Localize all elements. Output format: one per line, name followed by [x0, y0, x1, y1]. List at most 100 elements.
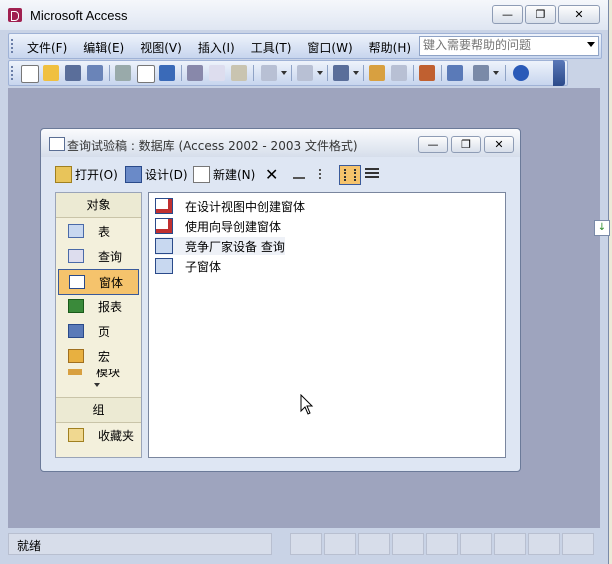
- minimize-button[interactable]: —: [492, 5, 523, 24]
- module-icon: [68, 369, 82, 375]
- office-links-dropdown-icon[interactable]: [317, 71, 323, 75]
- page-icon: [68, 324, 84, 338]
- mouse-cursor-icon: [300, 394, 314, 415]
- table-icon: [68, 224, 84, 238]
- scroll-down-arrow-icon[interactable]: [94, 383, 100, 387]
- list-item[interactable]: 竞争厂家设备 查询: [155, 237, 285, 255]
- help-question-input[interactable]: [420, 37, 577, 53]
- database-window-titlebar: 查询试验稿 : 数据库 (Access 2002 - 2003 文件格式) — …: [41, 129, 520, 157]
- query-icon: [68, 249, 84, 263]
- list-item[interactable]: 使用向导创建窗体: [155, 217, 281, 235]
- groups-header[interactable]: 组: [56, 397, 141, 423]
- paste-icon[interactable]: [231, 65, 247, 81]
- restore-button[interactable]: ❐: [525, 5, 556, 24]
- menu-tools[interactable]: 工具(T): [251, 39, 292, 56]
- object-reports[interactable]: 报表: [58, 294, 138, 318]
- menu-window[interactable]: 窗口(W): [307, 39, 352, 56]
- delete-icon[interactable]: ✕: [265, 165, 278, 184]
- help-dropdown-arrow-icon[interactable]: [587, 42, 595, 47]
- close-button[interactable]: ✕: [558, 5, 600, 24]
- open-folder-icon[interactable]: [43, 65, 59, 81]
- new-object-icon[interactable]: [473, 65, 489, 81]
- status-panel: [494, 533, 526, 555]
- analyze-dropdown-icon[interactable]: [353, 71, 359, 75]
- list-item[interactable]: 在设计视图中创建窗体: [155, 197, 305, 215]
- new-button[interactable]: 新建(N): [193, 165, 255, 183]
- new-icon: [193, 165, 210, 183]
- db-minimize-button[interactable]: —: [418, 136, 448, 153]
- object-pages[interactable]: 页: [58, 319, 138, 343]
- spelling-icon[interactable]: [159, 65, 175, 81]
- toolbar-grip-icon[interactable]: [11, 66, 16, 80]
- print-preview-icon[interactable]: [137, 65, 155, 83]
- object-list: 在设计视图中创建窗体 使用向导创建窗体 竞争厂家设备 查询 子窗体: [148, 192, 506, 458]
- menu-help[interactable]: 帮助(H): [369, 39, 411, 56]
- db-close-button[interactable]: ✕: [484, 136, 514, 153]
- undo-icon[interactable]: [261, 65, 277, 81]
- access-app-window: Microsoft Access — ❐ ✕ 文件(F) 编辑(E) 视图(V)…: [0, 0, 610, 564]
- print-icon[interactable]: [115, 65, 131, 81]
- design-icon: [125, 165, 142, 183]
- help-icon[interactable]: [513, 65, 529, 81]
- status-panel: [528, 533, 560, 555]
- new-document-icon[interactable]: [21, 65, 39, 83]
- object-tables[interactable]: 表: [58, 219, 138, 243]
- macro-icon: [68, 349, 84, 363]
- status-panel: [460, 533, 492, 555]
- properties-icon[interactable]: [419, 65, 435, 81]
- status-text: 就绪: [17, 539, 42, 553]
- list-view-icon[interactable]: [339, 165, 361, 185]
- cut-icon[interactable]: [187, 65, 203, 81]
- title-bar: Microsoft Access — ❐ ✕: [0, 0, 608, 30]
- copy-icon[interactable]: [209, 65, 225, 81]
- toolbar-options-icon[interactable]: [553, 60, 565, 86]
- database-window: 查询试验稿 : 数据库 (Access 2002 - 2003 文件格式) — …: [40, 128, 521, 472]
- menubar-grip-icon[interactable]: [11, 39, 16, 53]
- large-icons-view-icon[interactable]: [293, 165, 305, 183]
- access-logo-icon: [8, 8, 22, 22]
- design-wizard-icon: [155, 198, 173, 214]
- list-item[interactable]: 子窗体: [155, 257, 221, 275]
- group-favorites[interactable]: 收藏夹: [58, 423, 138, 447]
- save-icon[interactable]: [65, 65, 81, 81]
- database-toolbar: 打开(O) 设计(D) 新建(N) ✕: [51, 163, 511, 185]
- app-title: Microsoft Access: [30, 8, 128, 23]
- code-icon[interactable]: [369, 65, 385, 81]
- report-icon: [68, 299, 84, 313]
- status-panel: [324, 533, 356, 555]
- details-view-icon[interactable]: [365, 165, 379, 183]
- menu-file[interactable]: 文件(F): [27, 39, 67, 56]
- relationships-icon[interactable]: [447, 65, 463, 81]
- db-restore-button[interactable]: ❐: [451, 136, 481, 153]
- form-icon: [155, 258, 173, 274]
- objects-bar: 对象 表 查询 窗体 报表 页 宏 模块 组 收藏夹: [55, 192, 142, 458]
- status-panel: [290, 533, 322, 555]
- database-icon: [49, 137, 65, 151]
- object-queries[interactable]: 查询: [58, 244, 138, 268]
- status-panel: [426, 533, 458, 555]
- new-object-dropdown-icon[interactable]: [493, 71, 499, 75]
- standard-toolbar: [8, 60, 568, 86]
- status-panel: [562, 533, 594, 555]
- status-panel: [392, 533, 424, 555]
- object-macros[interactable]: 宏: [58, 344, 138, 368]
- objects-header[interactable]: 对象: [56, 193, 141, 218]
- file-search-icon[interactable]: [87, 65, 103, 81]
- object-forms[interactable]: 窗体: [58, 269, 139, 295]
- design-button[interactable]: 设计(D): [125, 165, 188, 183]
- menu-edit[interactable]: 编辑(E): [83, 39, 124, 56]
- help-question-box: [419, 36, 599, 56]
- undo-dropdown-icon[interactable]: [281, 71, 287, 75]
- small-icons-view-icon[interactable]: [319, 165, 331, 183]
- script-editor-icon[interactable]: [391, 65, 407, 81]
- office-links-icon[interactable]: [297, 65, 313, 81]
- analyze-icon[interactable]: [333, 65, 349, 81]
- object-modules[interactable]: 模块: [58, 369, 138, 381]
- menu-insert[interactable]: 插入(I): [198, 39, 235, 56]
- form-icon: [69, 275, 85, 289]
- menu-view[interactable]: 视图(V): [140, 39, 182, 56]
- favorites-icon: [68, 428, 84, 442]
- open-button[interactable]: 打开(O): [55, 165, 118, 183]
- task-pane-toggle-icon[interactable]: ↓: [594, 220, 610, 236]
- open-icon: [55, 165, 72, 183]
